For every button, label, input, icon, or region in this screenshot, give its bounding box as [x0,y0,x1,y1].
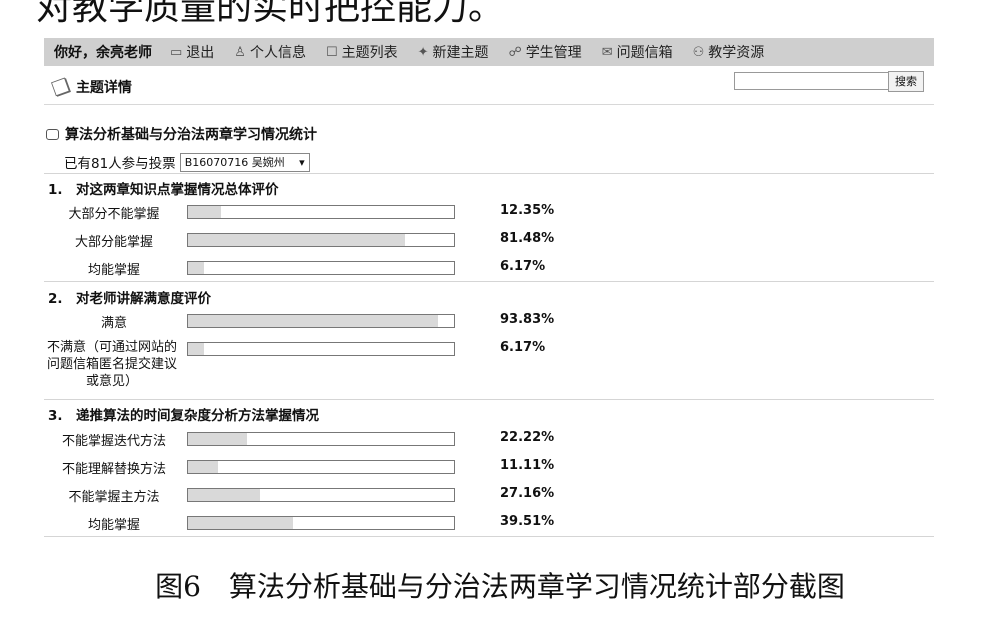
option-percent: 27.16% [500,486,555,501]
option-label: 不能理解替换方法 [61,462,166,477]
question-text: 对老师讲解满意度评价 [76,291,211,307]
option-percent: 93.83% [500,312,555,327]
option-label: 大部分不能掌握 [68,207,160,222]
divider [44,536,934,537]
preceding-text: 对教学质量的实时把控能力。 [36,0,505,28]
nav-mailbox[interactable]: ✉ 问题信箱 [602,42,673,62]
nav-label: 新建主题 [432,45,489,61]
result-bar-fill [188,206,221,218]
result-bar [187,516,455,530]
option-percent: 6.17% [500,340,546,355]
top-nav: 你好，余亮老师 ▭ 退出 ♙ 个人信息 ☐ 主题列表 ✦ 新建主题 ☍ 学生管理… [44,38,934,66]
resources-icon: ⚇ [692,44,705,60]
voters-count: 已有81人参与投票 [64,156,176,172]
result-bar-fill [188,343,205,355]
question-number: 1. [48,182,63,198]
students-icon: ☍ [508,44,522,60]
question-title: 1. 对这两章知识点掌握情况总体评价 [48,178,279,198]
result-bar [187,432,455,446]
result-bar [187,342,455,356]
comment-icon [46,128,59,140]
poll-title: 算法分析基础与分治法两章学习情况统计 [46,124,317,144]
option-label: 均能掌握 [87,518,140,533]
nav-profile[interactable]: ♙ 个人信息 [234,42,306,62]
option-percent: 22.22% [500,430,555,445]
nav-label: 退出 [186,45,215,61]
result-bar [187,205,455,219]
divider [44,281,934,282]
nav-label: 主题列表 [341,45,398,61]
nav-exit[interactable]: ▭ 退出 [170,42,214,62]
result-bar-fill [188,489,261,501]
list-icon: ☐ [325,44,338,60]
result-bar-fill [188,433,248,445]
option-label: 不能掌握迭代方法 [61,434,166,449]
search-button[interactable]: 搜索 [888,71,924,92]
option-percent: 39.51% [500,514,555,529]
nav-label: 教学资源 [708,45,765,61]
user-icon: ♙ [234,44,246,60]
question-number: 2. [48,291,63,307]
question-number: 3. [48,408,63,424]
result-bar-fill [188,234,405,246]
nav-topic-list[interactable]: ☐ 主题列表 [326,42,398,62]
question-title: 2. 对老师讲解满意度评价 [48,287,211,307]
result-bar [187,460,455,474]
nav-new-topic[interactable]: ✦ 新建主题 [418,42,489,62]
divider [44,399,934,400]
question-text: 递推算法的时间复杂度分析方法掌握情况 [76,408,319,424]
result-bar [187,261,455,275]
result-bar [187,488,455,502]
result-bar [187,314,455,328]
option-label: 大部分能掌握 [74,235,153,250]
voters-row: 已有81人参与投票 B16070716 吴婉州 ▾ [64,152,310,172]
book-icon: ❏ [48,72,74,102]
nav-label: 学生管理 [525,45,582,61]
option-label: 均能掌握 [87,263,140,278]
nav-resources[interactable]: ⚇ 教学资源 [693,42,765,62]
result-bar-fill [188,315,438,327]
voter-select-value: B16070716 吴婉州 [184,155,285,169]
option-percent: 6.17% [500,259,546,274]
voter-select[interactable]: B16070716 吴婉州 ▾ [179,152,310,172]
chevron-down-icon: ▾ [299,155,305,169]
nav-students[interactable]: ☍ 学生管理 [509,42,582,62]
new-topic-icon: ✦ [417,44,429,60]
page-title: 主题详情 [75,80,132,96]
result-bar-fill [188,517,294,529]
mailbox-icon: ✉ [601,44,613,60]
poll-title-text: 算法分析基础与分治法两章学习情况统计 [65,127,317,143]
option-label: 满意 [100,316,127,331]
exit-icon: ▭ [170,44,183,60]
result-bar [187,233,455,247]
option-percent: 12.35% [500,203,555,218]
result-bar-fill [188,461,218,473]
option-percent: 81.48% [500,231,555,246]
divider [44,173,934,174]
option-label: 不能掌握主方法 [68,490,160,505]
question-text: 对这两章知识点掌握情况总体评价 [76,182,279,198]
option-percent: 11.11% [500,458,555,473]
figure-caption: 图6 算法分析基础与分治法两章学习情况统计部分截图 [155,570,845,603]
option-label: 不满意（可通过网站的问题信箱匿名提交建议或意见） [46,340,177,389]
question-title: 3. 递推算法的时间复杂度分析方法掌握情况 [48,404,319,424]
search-input[interactable] [734,72,890,90]
nav-label: 个人信息 [249,45,306,61]
result-bar-fill [188,262,205,274]
greeting: 你好，余亮老师 [54,45,152,61]
nav-label: 问题信箱 [616,45,673,61]
